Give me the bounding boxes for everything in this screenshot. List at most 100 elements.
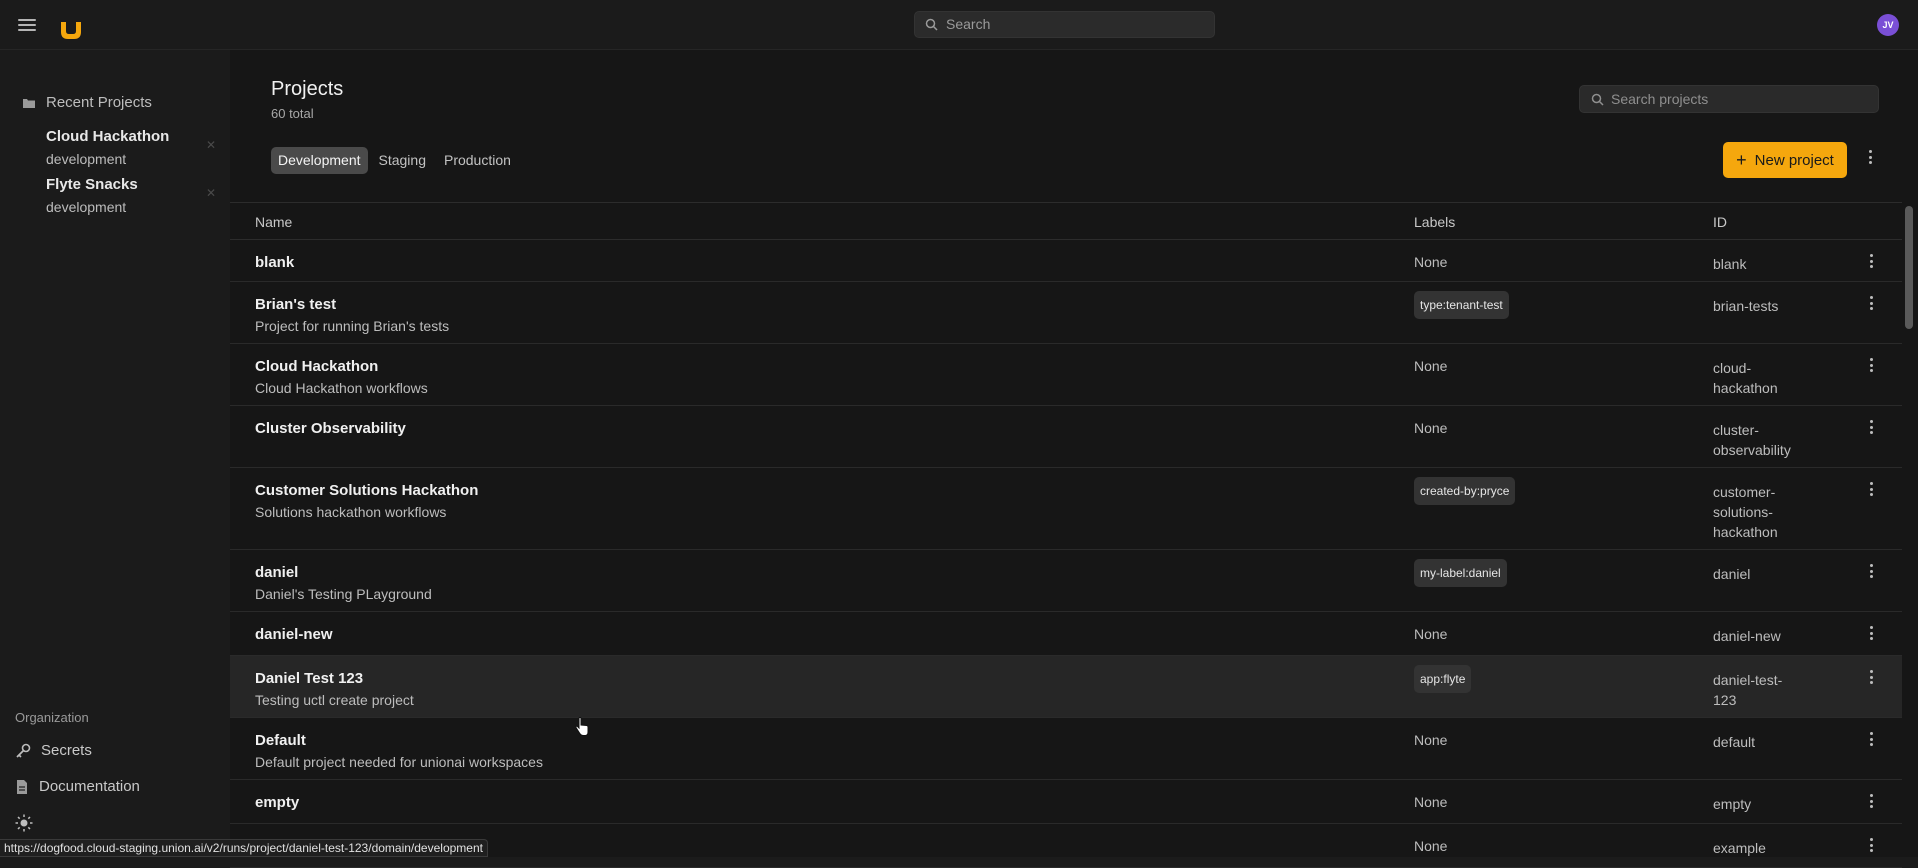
projects-table: Name Labels ID blank None blank Brian's tes… (230, 202, 1902, 868)
theme-toggle-sun-icon[interactable] (14, 813, 34, 833)
link-status-bar: https://dogfood.cloud-staging.union.ai/v… (0, 839, 488, 857)
project-name-cell: Daniel Test 123 Testing uctl create proje… (255, 670, 414, 708)
project-id-cell: example (1713, 838, 1808, 858)
table-row[interactable]: Cluster Observability None cluster-observa… (230, 406, 1902, 468)
folder-icon (23, 98, 35, 108)
more-options-icon[interactable] (1865, 150, 1875, 170)
table-row[interactable]: Brian's test Project for running Brian's … (230, 282, 1902, 344)
project-search-placeholder: Search projects (1611, 91, 1709, 107)
row-more-options-icon[interactable] (1866, 732, 1876, 750)
tab-production[interactable]: Production (437, 147, 518, 174)
row-more-options-icon[interactable] (1866, 838, 1876, 856)
table-row[interactable]: Daniel Test 123 Testing uctl create proje… (230, 656, 1902, 718)
page-title: Projects (271, 78, 344, 100)
project-description: Daniel's Testing PLayground (255, 586, 432, 602)
table-scrollbar[interactable] (1904, 204, 1914, 857)
project-name-cell: Brian's test Project for running Brian's … (255, 296, 449, 334)
project-id-line: daniel-test- (1713, 672, 1783, 688)
project-name-cell: Cluster Observability (255, 420, 406, 437)
label-chip: created-by:pryce (1414, 477, 1516, 505)
sidebar-item-secrets[interactable]: Secrets (15, 742, 92, 759)
project-id-cell: empty (1713, 794, 1808, 814)
project-id-line: daniel (1713, 566, 1751, 582)
row-more-options-icon[interactable] (1866, 482, 1876, 500)
close-icon[interactable]: ✕ (206, 138, 216, 152)
table-row[interactable]: empty None empty (230, 780, 1902, 824)
document-icon (17, 779, 27, 794)
global-search-input[interactable]: Search (914, 11, 1215, 38)
recent-project-cloud-hackathon[interactable]: Cloud Hackathon development ✕ (46, 128, 216, 167)
table-row[interactable]: daniel-new None daniel-new (230, 612, 1902, 656)
key-icon (16, 743, 31, 758)
project-name-cell: Default Default project needed for uniona… (255, 732, 543, 770)
hamburger-menu-icon[interactable] (18, 19, 36, 33)
column-header-name[interactable]: Name (255, 214, 292, 230)
row-more-options-icon[interactable] (1866, 254, 1876, 272)
table-row[interactable]: Default Default project needed for uniona… (230, 718, 1902, 780)
labels-none: None (1414, 420, 1448, 436)
labels-none: None (1414, 838, 1448, 854)
close-icon[interactable]: ✕ (206, 186, 216, 200)
project-name-cell: Customer Solutions Hackathon Solutions ha… (255, 482, 478, 520)
search-icon (925, 18, 938, 31)
project-labels-cell: type:tenant-test (1414, 291, 1509, 319)
project-name: Brian's test (255, 296, 337, 313)
sidebar-item-label: Documentation (39, 778, 140, 795)
recent-project-flyte-snacks[interactable]: Flyte Snacks development ✕ (46, 176, 216, 215)
project-id-line: example (1713, 840, 1766, 856)
project-id-line: observability (1713, 442, 1791, 458)
row-more-options-icon[interactable] (1866, 420, 1876, 438)
project-name: Default (255, 732, 306, 749)
project-id-line: default (1713, 734, 1756, 750)
labels-none: None (1414, 732, 1448, 748)
column-header-id[interactable]: ID (1713, 214, 1727, 230)
project-labels-cell: None (1414, 732, 1447, 748)
row-more-options-icon[interactable] (1866, 296, 1876, 314)
new-project-button[interactable]: + New project (1723, 142, 1847, 178)
project-count: 60 total (271, 106, 314, 121)
project-id-line: brian-tests (1713, 298, 1779, 314)
recent-projects-heading[interactable]: Recent Projects (22, 94, 152, 111)
tab-staging[interactable]: Staging (372, 147, 433, 174)
row-more-options-icon[interactable] (1866, 564, 1876, 582)
project-name: blank (255, 254, 295, 271)
table-row[interactable]: blank None blank (230, 240, 1902, 282)
project-search-input[interactable]: Search projects (1579, 85, 1879, 113)
project-name: daniel (255, 564, 299, 581)
label-chip: my-label:daniel (1414, 559, 1507, 587)
table-row[interactable]: Customer Solutions Hackathon Solutions ha… (230, 468, 1902, 550)
union-logo-icon[interactable] (58, 19, 84, 46)
labels-none: None (1414, 626, 1448, 642)
row-more-options-icon[interactable] (1866, 794, 1876, 812)
project-id-line: solutions- (1713, 504, 1773, 520)
top-bar: Search JV (0, 0, 1918, 50)
project-labels-cell: None (1414, 254, 1447, 270)
tab-development[interactable]: Development (271, 147, 368, 174)
project-id-line: hackathon (1713, 524, 1778, 540)
table-row[interactable]: daniel Daniel's Testing PLayground my-labe… (230, 550, 1902, 612)
sidebar-item-documentation[interactable]: Documentation (15, 778, 140, 795)
column-header-labels[interactable]: Labels (1414, 214, 1455, 230)
project-id-cell: brian-tests (1713, 296, 1808, 316)
sidebar: Recent Projects Cloud Hackathon developm… (0, 50, 230, 857)
project-labels-cell: None (1414, 358, 1447, 374)
project-name-cell: blank (255, 254, 294, 271)
search-icon (1591, 93, 1604, 106)
row-more-options-icon[interactable] (1866, 358, 1876, 376)
project-id-line: cluster- (1713, 422, 1759, 438)
project-id-line: 123 (1713, 692, 1737, 708)
project-id-line: empty (1713, 796, 1752, 812)
project-id-cell: cloud-hackathon (1713, 358, 1808, 398)
recent-projects-label: Recent Projects (46, 94, 152, 111)
row-more-options-icon[interactable] (1866, 626, 1876, 644)
project-name: daniel-new (255, 626, 333, 643)
project-id-line: blank (1713, 256, 1747, 272)
row-more-options-icon[interactable] (1866, 670, 1876, 688)
sidebar-item-label: Secrets (41, 742, 92, 759)
project-id-cell: daniel-test- 123 (1713, 670, 1808, 710)
user-avatar[interactable]: JV (1877, 14, 1899, 36)
project-name-cell: Cloud Hackathon Cloud Hackathon workflows (255, 358, 428, 396)
recent-project-domain: development (46, 151, 127, 167)
table-row[interactable]: Cloud Hackathon Cloud Hackathon workflows… (230, 344, 1902, 406)
project-id-cell: customer-solutions-hackathon (1713, 482, 1808, 542)
